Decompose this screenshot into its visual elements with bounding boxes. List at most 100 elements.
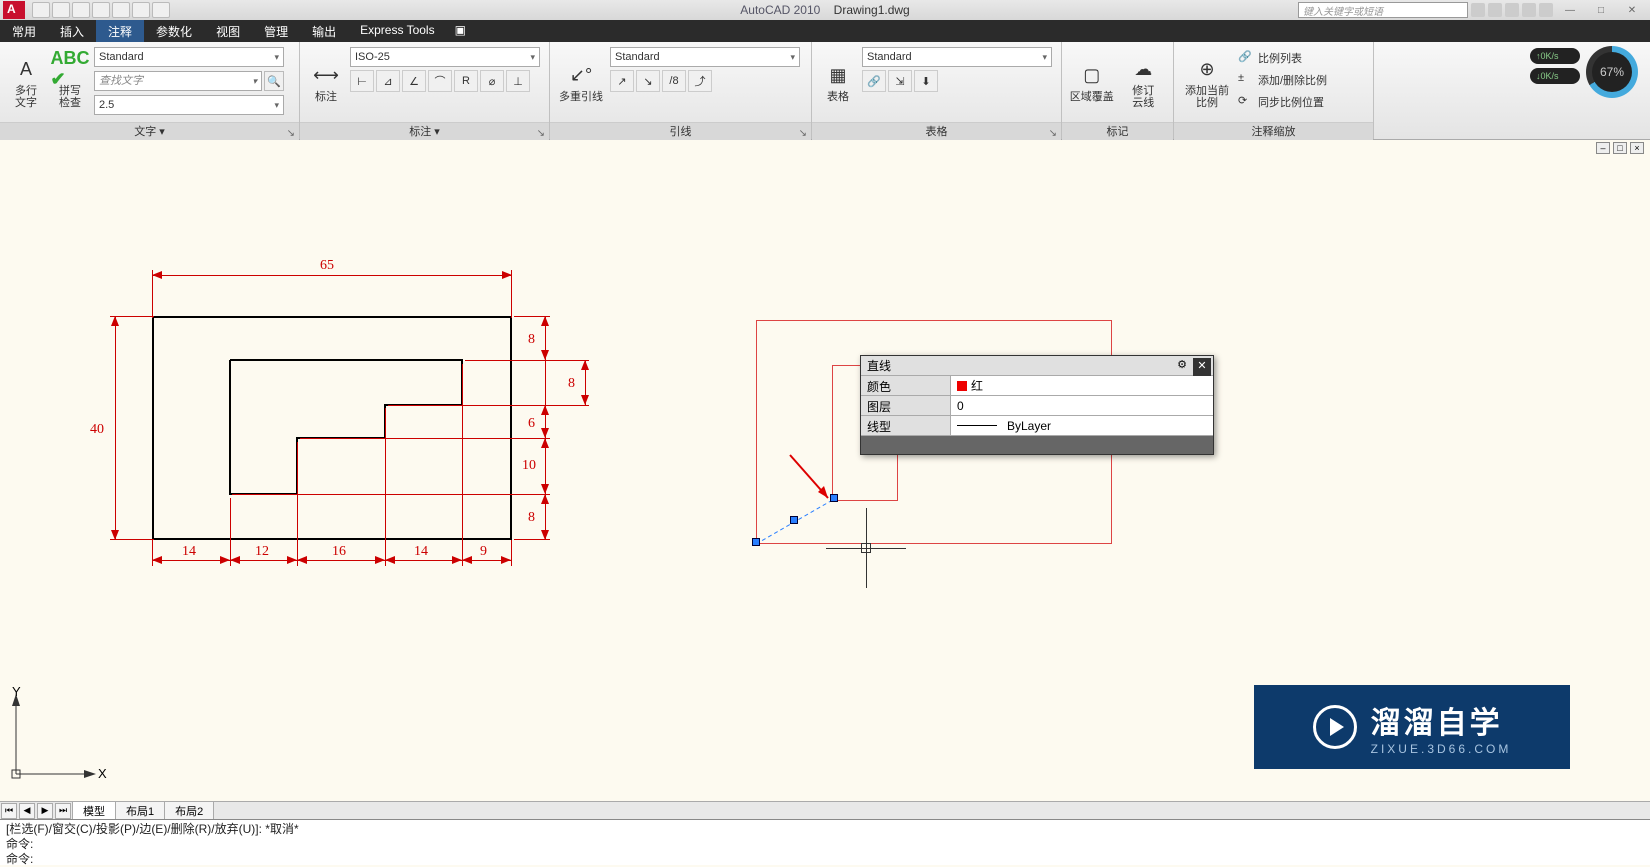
- dim-aligned-icon[interactable]: ⊿: [376, 70, 400, 92]
- qp-close-button[interactable]: ✕: [1193, 358, 1211, 376]
- dim-ordinate-icon[interactable]: ⊥: [506, 70, 530, 92]
- table-button[interactable]: ▦ 表格: [818, 46, 858, 118]
- help-icon[interactable]: [1539, 3, 1553, 17]
- revcloud-icon: ☁: [1129, 55, 1157, 83]
- tab-view[interactable]: 视图: [204, 20, 252, 42]
- ucs-y-label: Y: [12, 684, 21, 699]
- qat-save-icon[interactable]: [72, 2, 90, 18]
- window-maximize-button[interactable]: □: [1587, 2, 1615, 18]
- infocenter-icon[interactable]: [1471, 3, 1485, 17]
- qp-value-layer[interactable]: 0: [951, 396, 1213, 415]
- spellcheck-button[interactable]: ABC✔ 拼写 检查: [50, 46, 90, 118]
- app-logo-icon[interactable]: [3, 1, 25, 19]
- window-close-button[interactable]: ✕: [1618, 2, 1646, 18]
- scale-list-icon: 🔗: [1238, 50, 1254, 66]
- leader-style-dropdown[interactable]: Standard: [610, 47, 800, 67]
- tab-layout1[interactable]: 布局1: [115, 801, 165, 821]
- tab-nav-next-icon[interactable]: ▶: [37, 803, 53, 819]
- dimension-button[interactable]: ⟷ 标注: [306, 46, 346, 118]
- panel-title-leader[interactable]: 引线↘: [550, 122, 811, 140]
- wipeout-button[interactable]: ▢ 区域覆盖: [1068, 46, 1116, 118]
- tab-layout2[interactable]: 布局2: [164, 801, 214, 821]
- favorite-icon[interactable]: [1522, 3, 1536, 17]
- text-style-dropdown[interactable]: Standard: [94, 47, 284, 67]
- tab-nav-first-icon[interactable]: ⏮: [1, 803, 17, 819]
- text-height-dropdown[interactable]: 2.5: [94, 95, 284, 115]
- mtext-button[interactable]: A 多行 文字: [6, 46, 46, 118]
- qat-new-icon[interactable]: [32, 2, 50, 18]
- panel-table: ▦ 表格 Standard 🔗 ⇲ ⬇ 表格↘: [812, 42, 1062, 139]
- help-search-input[interactable]: 键入关键字或短语: [1298, 2, 1468, 18]
- leader-align-icon[interactable]: /8: [662, 70, 686, 92]
- qat-dropdown-icon[interactable]: [152, 2, 170, 18]
- dim-style-dropdown[interactable]: ISO-25: [350, 47, 540, 67]
- grip-mid[interactable]: [790, 516, 798, 524]
- dim-linear-icon[interactable]: ⊢: [350, 70, 374, 92]
- table-extract-icon[interactable]: ⇲: [888, 70, 912, 92]
- tab-insert[interactable]: 插入: [48, 20, 96, 42]
- ucs-icon: Y X: [6, 684, 106, 789]
- doc-close-button[interactable]: ×: [1630, 142, 1644, 154]
- revcloud-button[interactable]: ☁ 修订 云线: [1120, 46, 1168, 118]
- leader-add-icon[interactable]: ↗: [610, 70, 634, 92]
- window-minimize-button[interactable]: —: [1556, 2, 1584, 18]
- find-text-input[interactable]: 查找文字: [94, 71, 262, 91]
- table-style-dropdown[interactable]: Standard: [862, 47, 1052, 67]
- doc-window-controls: – □ ×: [1596, 142, 1644, 154]
- dim-arc-icon[interactable]: ⌒: [428, 70, 452, 92]
- drawing-canvas[interactable]: – □ × 65 40 14 12 16 14 9: [0, 140, 1650, 801]
- panel-markup: ▢ 区域覆盖 ☁ 修订 云线 标记: [1062, 42, 1174, 139]
- tab-model[interactable]: 模型: [72, 801, 116, 821]
- dim-r8a-text: 8: [528, 332, 535, 348]
- command-line[interactable]: [栏选(F)/窗交(C)/投影(P)/边(E)/删除(R)/放弃(U)]: *取…: [0, 819, 1650, 865]
- dim-65-line: [152, 275, 512, 276]
- grip-start[interactable]: [752, 538, 760, 546]
- qat-redo-icon[interactable]: [112, 2, 130, 18]
- dim-r-ext3: [300, 438, 550, 439]
- subscription-icon[interactable]: [1488, 3, 1502, 17]
- panel-dimension: ⟷ 标注 ISO-25 ⊢ ⊿ ∠ ⌒ R ⌀ ⊥ 标注 ▾↘: [300, 42, 550, 139]
- dim-r-ext4: [232, 494, 550, 495]
- upload-speed: ↑ 0K/s: [1530, 48, 1580, 64]
- dim-radius-icon[interactable]: R: [454, 70, 478, 92]
- tab-annotate[interactable]: 注释: [96, 20, 144, 42]
- table-download-icon[interactable]: ⬇: [914, 70, 938, 92]
- doc-restore-button[interactable]: □: [1613, 142, 1627, 154]
- panel-title-dimension[interactable]: 标注 ▾↘: [300, 122, 549, 140]
- dim-r6-text: 6: [528, 416, 535, 432]
- quick-properties-panel[interactable]: 直线 ▾ 颜色 红 图层 0 线型 ByLayer ⚙ ✕: [860, 355, 1214, 455]
- tab-nav-last-icon[interactable]: ⏭: [55, 803, 71, 819]
- dim-diameter-icon[interactable]: ⌀: [480, 70, 504, 92]
- tab-express[interactable]: Express Tools: [348, 20, 446, 42]
- leader-remove-icon[interactable]: ↘: [636, 70, 660, 92]
- tab-nav-prev-icon[interactable]: ◀: [19, 803, 35, 819]
- tab-expand-icon[interactable]: ▣: [447, 20, 474, 42]
- tab-home[interactable]: 常用: [0, 20, 48, 42]
- grip-end[interactable]: [830, 494, 838, 502]
- qp-value-linetype[interactable]: ByLayer: [951, 416, 1213, 435]
- qat-open-icon[interactable]: [52, 2, 70, 18]
- qat-print-icon[interactable]: [132, 2, 150, 18]
- add-delete-scale-button[interactable]: ±添加/删除比例: [1238, 70, 1333, 90]
- spellcheck-icon: ABC✔: [56, 55, 84, 83]
- tab-manage[interactable]: 管理: [252, 20, 300, 42]
- find-button-icon[interactable]: 🔍: [264, 71, 284, 91]
- qp-value-color[interactable]: 红: [951, 376, 1213, 395]
- dim-b14b-text: 14: [414, 544, 428, 560]
- qat-undo-icon[interactable]: [92, 2, 110, 18]
- panel-title-text[interactable]: 文字 ▾↘: [0, 122, 299, 140]
- red-swatch-icon: [957, 381, 967, 391]
- tab-output[interactable]: 输出: [300, 20, 348, 42]
- table-link-icon[interactable]: 🔗: [862, 70, 886, 92]
- exchange-icon[interactable]: [1505, 3, 1519, 17]
- dim-angular-icon[interactable]: ∠: [402, 70, 426, 92]
- panel-title-table[interactable]: 表格↘: [812, 122, 1061, 140]
- tab-parametric[interactable]: 参数化: [144, 20, 204, 42]
- mleader-button[interactable]: ↙° 多重引线: [556, 46, 606, 118]
- scale-list-button[interactable]: 🔗比例列表: [1238, 48, 1333, 68]
- addscale-button[interactable]: ⊕ 添加当前比例: [1180, 46, 1234, 118]
- doc-min-button[interactable]: –: [1596, 142, 1610, 154]
- sync-scale-button[interactable]: ⟳同步比例位置: [1238, 92, 1333, 112]
- qp-options-button[interactable]: ⚙: [1173, 358, 1191, 376]
- leader-collect-icon[interactable]: ⤴: [688, 70, 712, 92]
